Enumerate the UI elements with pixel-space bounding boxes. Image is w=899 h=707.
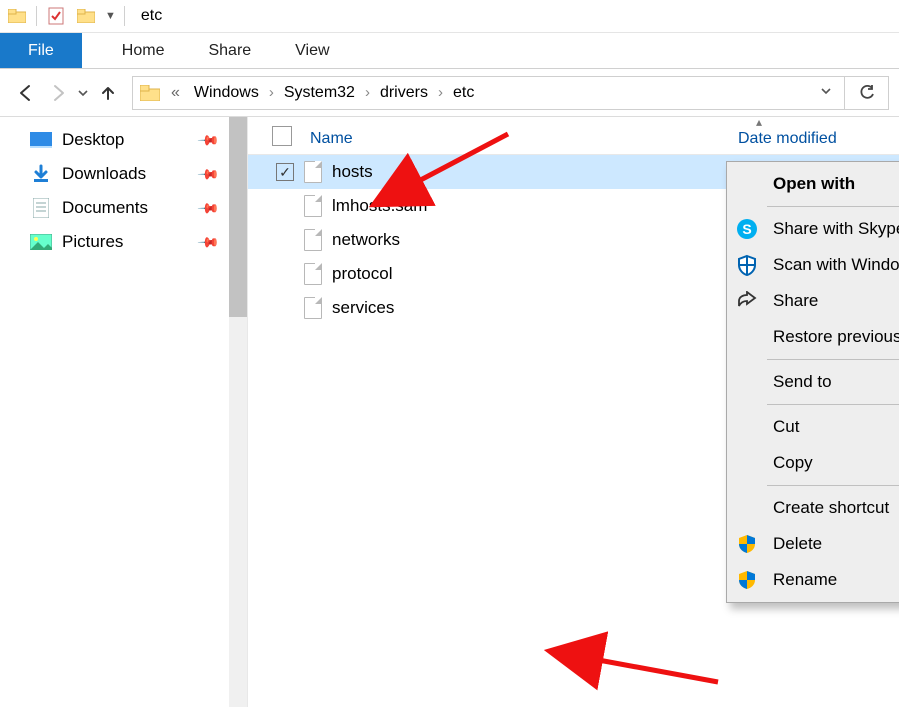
menu-delete[interactable]: Delete [729, 526, 899, 562]
sidebar-item-label: Desktop [62, 130, 124, 150]
file-icon [304, 195, 322, 217]
menu-label: Share with Skype [771, 219, 899, 239]
sidebar-item-downloads[interactable]: Downloads 📌 [30, 157, 243, 191]
menu-separator [767, 485, 899, 486]
file-name: hosts [332, 162, 373, 182]
toolbar: « Windows › System32 › drivers › etc [0, 69, 899, 117]
pin-icon: 📌 [196, 196, 220, 220]
picture-icon [30, 234, 52, 250]
file-name: protocol [332, 264, 392, 284]
file-name: networks [332, 230, 400, 250]
menu-restore[interactable]: Restore previous versions [729, 319, 899, 355]
up-button[interactable] [92, 77, 124, 109]
file-list: ▴ Name Date modified ✓ hosts lmhosts.sam ne… [248, 117, 899, 707]
skype-icon: S [733, 218, 761, 240]
column-headers: ▴ Name Date modified [248, 117, 899, 155]
window-title: etc [141, 7, 162, 25]
annotation-arrow [578, 647, 728, 701]
menu-send-to[interactable]: Send to [729, 364, 899, 400]
separator [124, 6, 125, 26]
menu-label: Scan with Windows Defender... [771, 255, 899, 275]
select-all-checkbox[interactable] [272, 126, 292, 146]
sidebar-item-label: Pictures [62, 232, 123, 252]
history-dropdown[interactable] [74, 77, 92, 109]
menu-cut[interactable]: Cut [729, 409, 899, 445]
pin-icon: 📌 [196, 128, 220, 152]
separator [36, 6, 37, 26]
pin-icon: 📌 [196, 162, 220, 186]
menu-label: Send to [771, 372, 832, 392]
titlebar: ▼ etc [0, 0, 899, 33]
menu-label: Copy [771, 453, 813, 473]
file-name: lmhosts.sam [332, 196, 427, 216]
menu-rename[interactable]: Rename [729, 562, 899, 598]
share-icon [733, 291, 761, 311]
properties-icon[interactable] [45, 7, 67, 25]
sidebar-item-desktop[interactable]: Desktop 📌 [30, 123, 243, 157]
menu-copy[interactable]: Copy [729, 445, 899, 481]
sidebar-item-pictures[interactable]: Pictures 📌 [30, 225, 243, 259]
menu-share-skype[interactable]: S Share with Skype [729, 211, 899, 247]
refresh-button[interactable] [845, 76, 889, 110]
folder-icon [6, 9, 28, 23]
svg-text:S: S [742, 221, 751, 237]
sidebar-scrollbar[interactable] [229, 117, 247, 707]
row-checkbox[interactable]: ✓ [276, 163, 294, 181]
menu-label: Delete [771, 534, 822, 554]
context-menu: Open with S Share with Skype Scan with W… [726, 161, 899, 603]
file-icon [304, 297, 322, 319]
chevron-right-icon[interactable]: › [269, 84, 274, 101]
file-icon [304, 161, 322, 183]
menu-label: Create shortcut [771, 498, 889, 518]
navigation-sidebar: Desktop 📌 Downloads 📌 Documents 📌 Pictur… [0, 117, 248, 707]
document-icon [30, 198, 52, 218]
menu-separator [767, 206, 899, 207]
menu-scan-defender[interactable]: Scan with Windows Defender... [729, 247, 899, 283]
menu-label: Restore previous versions [771, 327, 899, 347]
file-name: services [332, 298, 394, 318]
back-button[interactable] [10, 77, 42, 109]
breadcrumb-item[interactable]: System32 [280, 82, 359, 104]
tab-file[interactable]: File [0, 33, 82, 68]
tab-view[interactable]: View [273, 33, 351, 68]
address-bar[interactable]: « Windows › System32 › drivers › etc [132, 76, 845, 110]
address-dropdown-icon[interactable] [814, 84, 838, 102]
download-icon [30, 164, 52, 184]
column-name[interactable]: Name [310, 130, 738, 148]
breadcrumb-overflow[interactable]: « [167, 82, 184, 104]
breadcrumb-item[interactable]: Windows [190, 82, 263, 104]
tab-share[interactable]: Share [186, 33, 273, 68]
menu-label: Cut [771, 417, 799, 437]
menu-create-shortcut[interactable]: Create shortcut [729, 490, 899, 526]
file-icon [304, 229, 322, 251]
menu-separator [767, 359, 899, 360]
menu-label: Share [771, 291, 818, 311]
qa-dropdown-icon[interactable]: ▼ [105, 10, 116, 22]
sidebar-item-label: Documents [62, 198, 148, 218]
menu-open-with[interactable]: Open with [729, 166, 899, 202]
pin-icon: 📌 [196, 230, 220, 254]
menu-share[interactable]: Share [729, 283, 899, 319]
ribbon-tabs: File Home Share View [0, 33, 899, 69]
menu-label: Rename [771, 570, 837, 590]
desktop-icon [30, 132, 52, 148]
uac-shield-icon [733, 534, 761, 554]
folder-icon [139, 85, 161, 101]
chevron-right-icon[interactable]: › [365, 84, 370, 101]
sidebar-item-label: Downloads [62, 164, 146, 184]
folder-icon-small[interactable] [75, 9, 97, 23]
file-icon [304, 263, 322, 285]
breadcrumb-item[interactable]: drivers [376, 82, 432, 104]
menu-label: Open with [771, 174, 855, 194]
menu-separator [767, 404, 899, 405]
sidebar-item-documents[interactable]: Documents 📌 [30, 191, 243, 225]
uac-shield-icon [733, 570, 761, 590]
tab-home[interactable]: Home [100, 33, 187, 68]
chevron-right-icon[interactable]: › [438, 84, 443, 101]
shield-icon [733, 254, 761, 276]
column-date[interactable]: Date modified [738, 130, 837, 148]
breadcrumb-item[interactable]: etc [449, 82, 478, 104]
sort-indicator-icon: ▴ [756, 115, 762, 129]
forward-button[interactable] [42, 77, 74, 109]
